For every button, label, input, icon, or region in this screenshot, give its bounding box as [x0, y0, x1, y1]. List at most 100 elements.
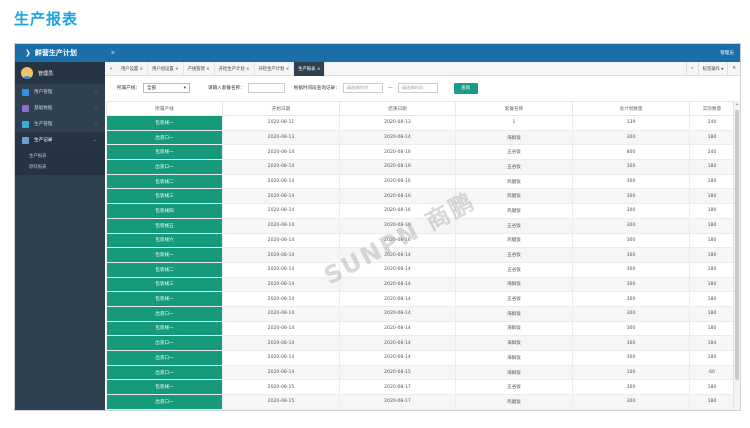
table-cell: 2020-08-11 — [222, 115, 340, 131]
table-cell: 300 — [572, 320, 690, 337]
table-cell: 包装线六 — [106, 232, 223, 249]
tab-production-report[interactable]: 生产报表 × — [294, 61, 326, 76]
table-row[interactable]: 包装线一 2020-08-14 2020-08-16 五谷饭 800 240 — [106, 144, 734, 161]
table-row[interactable]: 出货口一 2020-08-14 2020-08-14 海鲜饭 300 184 — [106, 335, 734, 351]
tab-scroll-right-icon[interactable]: » — [686, 61, 698, 76]
sidebar-item-production-records[interactable]: 生产记录 ⌄ — [15, 132, 105, 148]
tab-user-group-settings[interactable]: 用户组设置 × — [148, 61, 184, 76]
meal-name-input[interactable] — [247, 83, 285, 93]
table-row[interactable]: 包装线二 2020-08-14 2020-08-14 五谷饭 300 180 — [106, 261, 734, 278]
sidebar-item-production-management[interactable]: 生产管理 ‹ — [15, 116, 105, 132]
sidebar-item-label: 生产记录 — [34, 138, 53, 143]
table-cell: 海鲜饭 — [455, 320, 573, 337]
tab-scroll-left-icon[interactable]: « — [105, 66, 117, 72]
close-icon[interactable]: ✕ — [727, 61, 740, 76]
query-button[interactable]: 查询 — [453, 82, 478, 94]
table-cell: 2020-08-14 — [222, 335, 340, 351]
table-row[interactable]: 出货口一 2020-08-13 2020-08-14 海鲜饭 300 180 — [106, 129, 734, 146]
vertical-scrollbar[interactable]: ▴ — [733, 101, 740, 410]
chevron-down-icon: ⌄ — [92, 137, 97, 143]
column-header[interactable]: 结束日期 — [339, 101, 456, 116]
table-cell: 2020-08-14 — [222, 350, 340, 366]
table-cell: 五谷饭 — [455, 217, 573, 234]
scrollbar-thumb[interactable] — [735, 110, 739, 380]
table-cell: 鸡腿饭 — [455, 203, 573, 219]
table-row[interactable]: 包装线三 2020-08-14 2020-08-16 鸡腿饭 300 180 — [106, 188, 734, 205]
table-cell: 2020-08-15 — [339, 364, 456, 381]
tab-production-plan-1[interactable]: 开检生产计划 × — [215, 61, 255, 76]
table-cell: 180 — [689, 129, 734, 146]
table-cell: 海鲜饭 — [455, 335, 573, 351]
table-cell: 2020-08-14 — [339, 350, 456, 366]
column-header[interactable]: 总计划数量 — [572, 101, 690, 116]
table-row[interactable]: 包装线一 2020-08-14 2020-08-14 五谷饭 300 180 — [106, 247, 734, 263]
table-row[interactable]: 出货口一 2020-08-15 2020-08-17 鸡腿饭 300 180 — [106, 394, 734, 410]
table-row[interactable]: 包装线一 2020-08-11 2020-08-13 1 139 240 — [106, 115, 734, 131]
tab-operations-dropdown[interactable]: 标签操作 ▾ — [697, 61, 728, 76]
line-select[interactable]: 全部 ▾ — [142, 83, 190, 93]
table-row[interactable]: 出货口一 2020-08-14 2020-08-15 海鲜饭 100 60 — [106, 364, 734, 381]
table-cell: 2020-08-14 — [222, 261, 340, 278]
sidebar: ❯ 鲜营生产计划 管理员 用户管理 ‹ 基础数据 ‹ 生产管理 ‹ 生产记录 ⌄ — [15, 44, 105, 410]
table-row[interactable]: 包装线五 2020-08-14 2020-08-16 五谷饭 300 180 — [106, 217, 734, 234]
table-row[interactable]: 包装线一 2020-08-14 2020-08-14 五谷饭 300 180 — [106, 291, 734, 307]
avatar — [21, 67, 33, 79]
user-icon — [22, 88, 29, 96]
sidebar-subitem-production-report[interactable]: 生产报表 — [15, 150, 105, 161]
table-row[interactable]: 出货口一 2020-08-14 2020-08-16 五谷饭 300 180 — [106, 159, 734, 175]
table-row[interactable]: 包装线一 2020-08-14 2020-08-14 海鲜饭 300 180 — [106, 320, 734, 337]
table-cell: 海鲜饭 — [455, 364, 573, 381]
table-cell: 180 — [689, 291, 734, 307]
table-cell: 180 — [689, 217, 734, 234]
tab-line-management[interactable]: 产线管理 × — [184, 61, 215, 76]
column-header[interactable]: 开始日期 — [222, 101, 340, 116]
table-cell: 出货口一 — [106, 305, 223, 322]
sidebar-item-label: 基础数据 — [34, 106, 53, 111]
table-cell: 五谷饭 — [455, 159, 573, 175]
table-cell: 180 — [689, 203, 734, 219]
caret-down-icon: ▾ — [183, 85, 186, 91]
table-cell: 300 — [572, 394, 690, 410]
tab-user-settings[interactable]: 用户设置 × — [117, 61, 149, 76]
table-row[interactable]: 包装线二 2020-08-14 2020-08-16 鸡腿饭 300 180 — [106, 173, 734, 190]
table-cell: 2020-08-14 — [222, 247, 340, 263]
start-date-input[interactable]: 请选择时间 — [342, 83, 383, 93]
table-cell: 2020-08-14 — [339, 335, 456, 351]
table-cell: 300 — [572, 335, 690, 351]
table-cell: 180 — [689, 350, 734, 366]
column-header[interactable]: 所属产线 — [106, 101, 223, 116]
table-cell: 180 — [689, 247, 734, 263]
table-cell: 出货口一 — [106, 159, 223, 175]
sidebar-item-user-management[interactable]: 用户管理 ‹ — [15, 84, 105, 100]
table-cell: 2020-08-17 — [339, 394, 456, 410]
column-header[interactable]: 实际数量 — [689, 101, 734, 116]
column-header[interactable]: 套餐名称 — [455, 101, 573, 116]
table-cell: 五谷饭 — [455, 261, 573, 278]
table-cell: 1 — [455, 115, 573, 131]
table-cell: 2020-08-14 — [222, 159, 340, 175]
page-title: 生产报表 — [14, 10, 79, 28]
table-cell: 海鲜饭 — [455, 276, 573, 293]
table-cell: 180 — [689, 173, 734, 190]
scroll-up-icon[interactable]: ▴ — [734, 101, 740, 106]
table-cell: 鸡腿饭 — [455, 232, 573, 249]
table-row[interactable]: 包装线三 2020-08-14 2020-08-14 海鲜饭 300 180 — [106, 276, 734, 293]
table-row[interactable]: 包装线一 2020-08-15 2020-08-17 五谷饭 300 180 — [106, 379, 734, 396]
sidebar-subitem-material-report[interactable]: 原料报表 — [15, 161, 105, 172]
chevron-right-icon: ‹ — [95, 105, 97, 111]
table-row[interactable]: 出货口一 2020-08-14 2020-08-14 海鲜饭 300 180 — [106, 350, 734, 366]
table-cell: 60 — [689, 364, 734, 381]
end-date-input[interactable]: 请选择时间 — [397, 83, 438, 93]
table-row[interactable]: 出货口一 2020-08-14 2020-08-14 海鲜饭 300 180 — [106, 305, 734, 322]
topbar-user[interactable]: 管理员 — [720, 50, 734, 56]
menu-toggle-icon[interactable]: ≡ — [111, 51, 115, 56]
table-row[interactable]: 包装线六 2020-08-14 2020-08-16 鸡腿饭 300 180 — [106, 232, 734, 249]
table-cell: 2020-08-13 — [222, 129, 340, 146]
table-cell: 240 — [689, 144, 734, 161]
table-cell: 海鲜饭 — [455, 305, 573, 322]
table-cell: 包装线一 — [106, 379, 223, 396]
table-row[interactable]: 包装线四 2020-08-14 2020-08-16 鸡腿饭 300 180 — [106, 203, 734, 219]
tab-production-plan-2[interactable]: 开检生产计划 × — [255, 61, 295, 76]
chevron-right-icon: ‹ — [95, 89, 97, 95]
sidebar-item-base-data[interactable]: 基础数据 ‹ — [15, 100, 105, 116]
